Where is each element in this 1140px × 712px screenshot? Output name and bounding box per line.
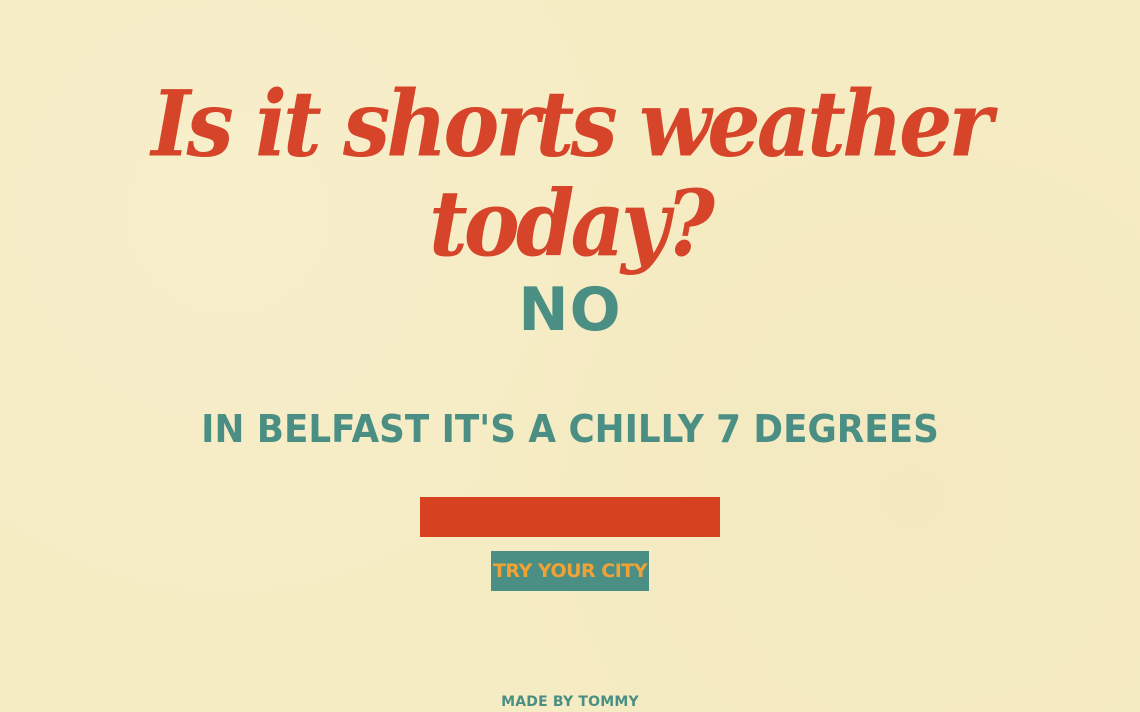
weather-detail: IN BELFAST IT'S A CHILLY 7 DEGREES: [201, 407, 939, 451]
page: Is it shorts weather today? NO IN BELFAS…: [0, 0, 1140, 712]
page-title: Is it shorts weather today?: [151, 70, 993, 277]
footer-credit: MADE BY TOMMY: [501, 694, 639, 710]
try-your-city-button[interactable]: TRY YOUR CITY: [491, 551, 649, 591]
weather-answer: NO: [518, 275, 622, 345]
city-input[interactable]: [420, 497, 720, 537]
